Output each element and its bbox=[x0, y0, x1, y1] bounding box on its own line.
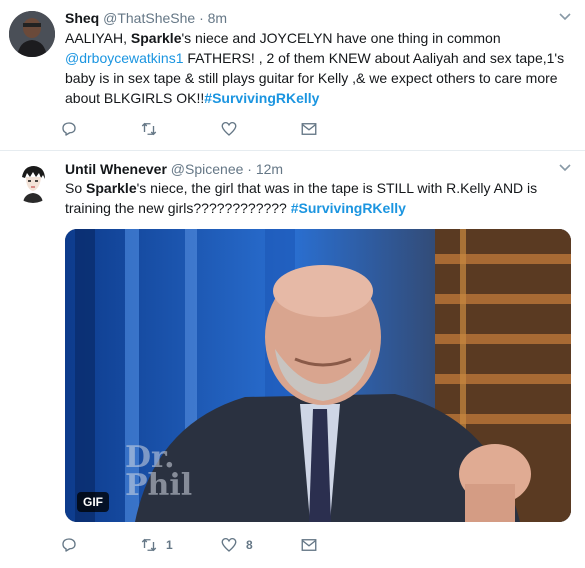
timestamp[interactable]: 8m bbox=[208, 10, 227, 26]
retweet-button[interactable] bbox=[140, 120, 220, 138]
highlighted-term: Sparkle bbox=[130, 30, 182, 46]
display-name[interactable]: Until Whenever bbox=[65, 161, 167, 177]
tweet[interactable]: Sheq @ThatSheShe · 8m AALIYAH, Sparkle's… bbox=[0, 0, 585, 151]
tweet-text: AALIYAH, Sparkle's niece and JOYCELYN ha… bbox=[65, 28, 570, 108]
text-segment: 's niece and JOYCELYN have one thing in … bbox=[181, 30, 501, 46]
like-icon bbox=[221, 537, 237, 552]
watermark-line: Phil bbox=[125, 468, 193, 503]
text-segment: AALIYAH, bbox=[65, 30, 131, 46]
gif-badge: GIF bbox=[77, 492, 109, 512]
highlighted-term: Sparkle bbox=[86, 180, 137, 196]
gif-media[interactable]: Dr. Phil GIF bbox=[65, 229, 571, 522]
tweet-header: Until Whenever @Spicenee · 12m bbox=[65, 160, 283, 178]
reply-button[interactable] bbox=[60, 536, 140, 554]
chevron-down-icon[interactable] bbox=[559, 163, 571, 175]
chevron-down-icon[interactable] bbox=[559, 12, 571, 24]
retweet-icon bbox=[141, 538, 157, 552]
message-icon bbox=[301, 539, 317, 551]
reply-button[interactable] bbox=[60, 120, 140, 138]
display-name[interactable]: Sheq bbox=[65, 10, 99, 26]
timeline: Sheq @ThatSheShe · 8m AALIYAH, Sparkle's… bbox=[0, 0, 585, 568]
tweet-header: Sheq @ThatSheShe · 8m bbox=[65, 9, 227, 27]
like-button[interactable] bbox=[220, 120, 300, 138]
reply-icon bbox=[62, 538, 76, 552]
mention-link[interactable]: @drboycewatkins1 bbox=[65, 50, 184, 66]
tweet-text: So Sparkle's niece, the girl that was in… bbox=[65, 178, 570, 218]
separator: · bbox=[247, 161, 252, 177]
separator: · bbox=[199, 10, 204, 26]
reply-icon bbox=[62, 122, 76, 136]
text-segment: So bbox=[65, 180, 87, 196]
message-button[interactable] bbox=[300, 120, 380, 138]
avatar[interactable] bbox=[12, 161, 54, 203]
avatar[interactable] bbox=[9, 11, 55, 57]
show-watermark: Dr. Phil bbox=[125, 443, 193, 503]
retweet-button[interactable]: 1 bbox=[140, 536, 220, 554]
hashtag-link[interactable]: #SurvivingRKelly bbox=[291, 200, 406, 216]
like-count: 8 bbox=[246, 538, 253, 552]
tweet[interactable]: Until Whenever @Spicenee · 12m So Sparkl… bbox=[0, 151, 585, 568]
retweet-icon bbox=[141, 122, 157, 136]
handle[interactable]: @ThatSheShe bbox=[103, 10, 195, 26]
retweet-count: 1 bbox=[166, 538, 173, 552]
hashtag-link[interactable]: #SurvivingRKelly bbox=[204, 90, 319, 106]
like-icon bbox=[221, 121, 237, 136]
handle[interactable]: @Spicenee bbox=[171, 161, 244, 177]
message-icon bbox=[301, 123, 317, 135]
like-button[interactable]: 8 bbox=[220, 536, 300, 554]
tweet-actions bbox=[60, 119, 380, 139]
timestamp[interactable]: 12m bbox=[256, 161, 283, 177]
tweet-actions: 1 8 bbox=[60, 535, 380, 555]
message-button[interactable] bbox=[300, 536, 380, 554]
